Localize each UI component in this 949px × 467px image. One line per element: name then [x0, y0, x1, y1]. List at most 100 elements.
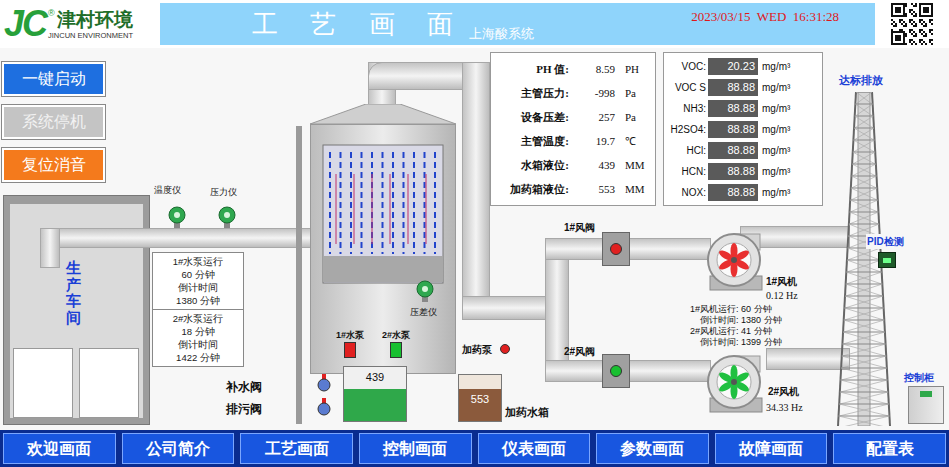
differential-label: 压差仪 — [410, 306, 437, 320]
hmi-screen: JC®津村环境JINCUN ENVIRONMENT 工 艺 画 面上海酸系统 202… — [0, 0, 949, 467]
dosing-tank-reading: 553 — [459, 391, 501, 408]
pid-label: PID检测 — [866, 234, 905, 249]
support-column — [296, 126, 302, 424]
spray-layer-icon — [322, 144, 444, 284]
instrument-icon — [168, 206, 186, 228]
datetime: 2023/03/15 WED 16:31:28 — [691, 7, 839, 27]
control-buttons: 一键启动系统停机复位消音 — [2, 62, 105, 182]
inlet-pipe — [40, 228, 314, 248]
process-reading: 主管压力:-998Pa — [491, 81, 655, 105]
pid-detector — [878, 252, 896, 268]
nav-button[interactable]: 故障画面 — [715, 433, 828, 464]
fan-name: 2#风机 — [768, 384, 799, 399]
fan-frequency: 0.12 Hz — [766, 288, 798, 303]
workshop-label: 生产车间 — [66, 260, 81, 326]
gas-reading: H2SO4:88.88mg/m³ — [664, 120, 822, 138]
nav-button[interactable]: 公司简介 — [122, 433, 235, 464]
registered-mark: ® — [48, 9, 55, 18]
gas-value: 88.88 — [708, 163, 758, 180]
qr-code-icon — [890, 2, 934, 46]
air-valve-label: 2#风阀 — [564, 344, 595, 359]
nav-button[interactable]: 参数画面 — [596, 433, 709, 464]
logo-mark: JC — [4, 6, 46, 42]
gas-value: 88.88 — [708, 184, 758, 201]
air-valve[interactable] — [602, 232, 630, 266]
valve-icon — [316, 398, 332, 416]
machine — [13, 348, 73, 418]
gas-value: 88.88 — [708, 121, 758, 138]
screen-title: 工 艺 画 面 — [252, 5, 465, 44]
control-button[interactable]: 系统停机 — [2, 105, 105, 139]
inlet-riser — [40, 228, 60, 268]
nav-button[interactable]: 工艺画面 — [240, 433, 353, 464]
water-valve-label: 排污阀 — [226, 400, 262, 418]
discharge-label: 达标排放 — [838, 72, 884, 89]
company-name-en: JINCUN ENVIRONMENT — [48, 31, 133, 40]
process-reading: PH 值:8.59PH — [491, 57, 655, 81]
gas-value: 88.88 — [708, 100, 758, 117]
pump-runtime: 1#水泵运行60 分钟倒计时间1380 分钟 — [153, 253, 243, 309]
down-duct — [462, 62, 490, 320]
water-tank: 439 — [343, 366, 407, 422]
pump-indicator — [390, 342, 402, 358]
water-level — [344, 389, 406, 421]
fan-frequency: 34.33 Hz — [766, 400, 803, 415]
logo-text: ®津村环境JINCUN ENVIRONMENT — [48, 9, 133, 40]
system-name: 上海酸系统 — [469, 24, 534, 44]
fan-icon — [704, 352, 766, 414]
water-pump[interactable]: 2#水泵 — [382, 330, 410, 358]
gas-value: 88.88 — [708, 79, 758, 96]
process-canvas: 一键启动系统停机复位消音生产车间 温度仪 压力仪压差仪 1#水泵运行60 分钟倒计时间… — [0, 48, 949, 430]
process-reading: 加药箱液位:553MM — [491, 177, 655, 201]
process-reading: 设备压差:257Pa — [491, 105, 655, 129]
dosing-pump-indicator — [500, 344, 510, 354]
air-valve-label: 1#风阀 — [564, 220, 595, 235]
nav-button[interactable]: 仪表画面 — [478, 433, 591, 464]
air-valve[interactable] — [602, 354, 630, 388]
dosing-tank-label: 加药水箱 — [505, 404, 549, 421]
tower-roof-icon — [310, 104, 456, 124]
fan2-outlet-pipe — [766, 348, 850, 370]
temperature-label: 温度仪 — [154, 184, 181, 198]
process-reading: 主管温度:19.7℃ — [491, 129, 655, 153]
valve-indicator — [610, 243, 622, 255]
logo: JC®津村环境JINCUN ENVIRONMENT — [0, 0, 160, 48]
fan-icon — [704, 230, 766, 292]
gas-reading: NOX:88.88mg/m³ — [664, 183, 822, 201]
dosing-tank: 553 — [458, 374, 502, 422]
machine — [79, 348, 139, 418]
nav-button[interactable]: 控制画面 — [359, 433, 472, 464]
gas-reading: HCl:88.88mg/m³ — [664, 141, 822, 159]
cabinet-label: 控制柜 — [904, 370, 934, 385]
qr-area — [875, 0, 949, 48]
nav-button[interactable]: 配置表 — [833, 433, 946, 464]
gas-reading: VOC S88.88mg/m³ — [664, 78, 822, 96]
gas-value: 20.23 — [708, 58, 758, 75]
instrument-icon — [218, 206, 236, 228]
nav-button[interactable]: 欢迎画面 — [3, 433, 116, 464]
instrument-icon — [416, 280, 434, 302]
gas-reading: VOC:20.23mg/m³ — [664, 57, 822, 75]
water-tank-reading: 439 — [344, 369, 406, 386]
fan-runtime: 1#风机运行: 60 分钟倒计时间: 1380 分钟2#风机运行: 41 分钟倒… — [690, 304, 782, 348]
control-button[interactable]: 一键启动 — [2, 62, 105, 96]
water-valve-label: 补水阀 — [226, 378, 262, 396]
gas-reading: HCN:88.88mg/m³ — [664, 162, 822, 180]
title-banner: 工 艺 画 面上海酸系统 2023/03/15 WED 16:31:28 — [160, 3, 875, 45]
control-cabinet — [908, 386, 944, 424]
dosing-pump-label: 加药泵 — [462, 342, 492, 357]
header: JC®津村环境JINCUN ENVIRONMENT 工 艺 画 面上海酸系统 202… — [0, 0, 949, 48]
gas-reading: NH3:88.88mg/m³ — [664, 99, 822, 117]
valve-icon — [316, 374, 332, 392]
company-name: 津村环境 — [57, 9, 133, 31]
process-reading: 水箱液位:439MM — [491, 153, 655, 177]
fan-name: 1#风机 — [766, 274, 797, 289]
pump-runtime-panel: 1#水泵运行60 分钟倒计时间1380 分钟2#水泵运行18 分钟倒计时间142… — [152, 252, 244, 367]
gas-readings-panel: VOC:20.23mg/m³ VOC S88.88mg/m³ NH3:88.88mg… — [663, 52, 823, 206]
water-pump[interactable]: 1#水泵 — [336, 330, 364, 358]
process-readings-panel: PH 值:8.59PH主管压力:-998Pa设备压差:257Pa主管温度:19.… — [490, 52, 656, 206]
pump-indicator — [344, 342, 356, 358]
pressure-label: 压力仪 — [210, 186, 237, 200]
control-button[interactable]: 复位消音 — [2, 148, 105, 182]
nav-bar: 欢迎画面公司简介工艺画面控制画面仪表画面参数画面故障画面配置表 — [0, 430, 949, 467]
